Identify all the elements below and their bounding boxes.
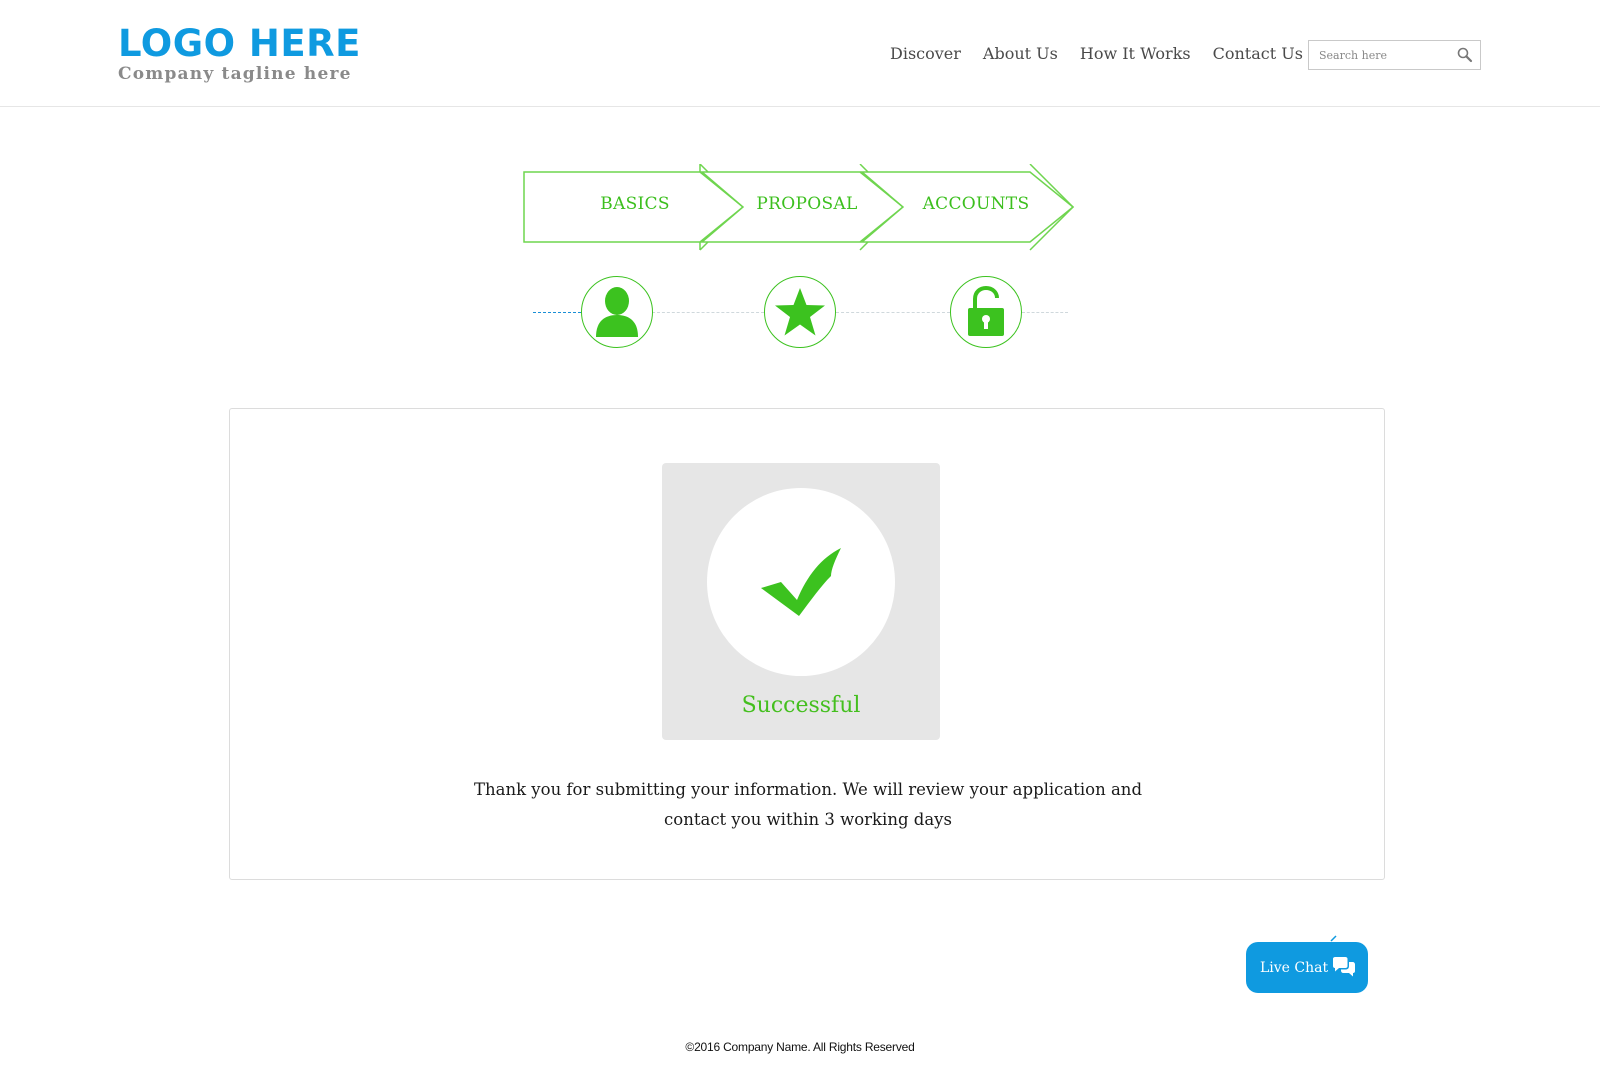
step-icons [530, 276, 1070, 352]
step-icon-basics[interactable] [581, 276, 653, 348]
user-icon [596, 287, 638, 337]
progress-line-active [533, 312, 581, 313]
nav-link-how-it-works[interactable]: How It Works [1080, 44, 1191, 63]
step-icon-proposal[interactable] [764, 276, 836, 348]
search-input[interactable] [1309, 41, 1449, 69]
live-chat-label: Live Chat [1260, 959, 1329, 976]
logo[interactable]: LOGO HERE Company tagline here [118, 22, 361, 85]
unlock-icon [968, 286, 1004, 336]
live-chat-button[interactable]: Live Chat [1246, 935, 1368, 993]
progress-line [1022, 312, 1068, 313]
main-nav: Discover About Us How It Works Contact U… [890, 44, 1303, 63]
site-header: LOGO HERE Company tagline here Discover … [0, 0, 1600, 107]
step-label-proposal[interactable]: PROPOSAL [752, 194, 862, 214]
progress-steps: BASICS PROPOSAL ACCOUNTS [520, 164, 1080, 254]
search-icon[interactable] [1456, 46, 1474, 64]
logo-tagline: Company tagline here [118, 64, 352, 84]
step-label-basics[interactable]: BASICS [580, 194, 690, 214]
nav-link-about-us[interactable]: About Us [983, 44, 1058, 63]
logo-text: LOGO HERE [118, 22, 361, 65]
chat-bubbles-icon [1333, 957, 1355, 977]
step-icon-accounts[interactable] [950, 276, 1022, 348]
progress-line [652, 312, 764, 313]
checkmark-icon [761, 548, 841, 616]
step-label-accounts[interactable]: ACCOUNTS [916, 194, 1036, 214]
footer-copyright: ©2016 Company Name. All Rights Reserved [685, 1040, 915, 1054]
nav-link-discover[interactable]: Discover [890, 44, 961, 63]
result-card: Successful Thank you for submitting your… [229, 408, 1385, 880]
confirmation-message-line: contact you within 3 working days [664, 810, 952, 829]
star-icon [775, 288, 825, 336]
success-panel: Successful [662, 463, 940, 740]
success-circle [707, 488, 895, 676]
search-box [1308, 40, 1481, 70]
chevron-icon [1330, 935, 1337, 942]
confirmation-message-line: Thank you for submitting your informatio… [473, 780, 1143, 799]
confirmation-message: Thank you for submitting your informatio… [230, 775, 1386, 835]
success-status-text: Successful [741, 693, 861, 718]
nav-link-contact-us[interactable]: Contact Us [1213, 44, 1303, 63]
progress-line [836, 312, 950, 313]
